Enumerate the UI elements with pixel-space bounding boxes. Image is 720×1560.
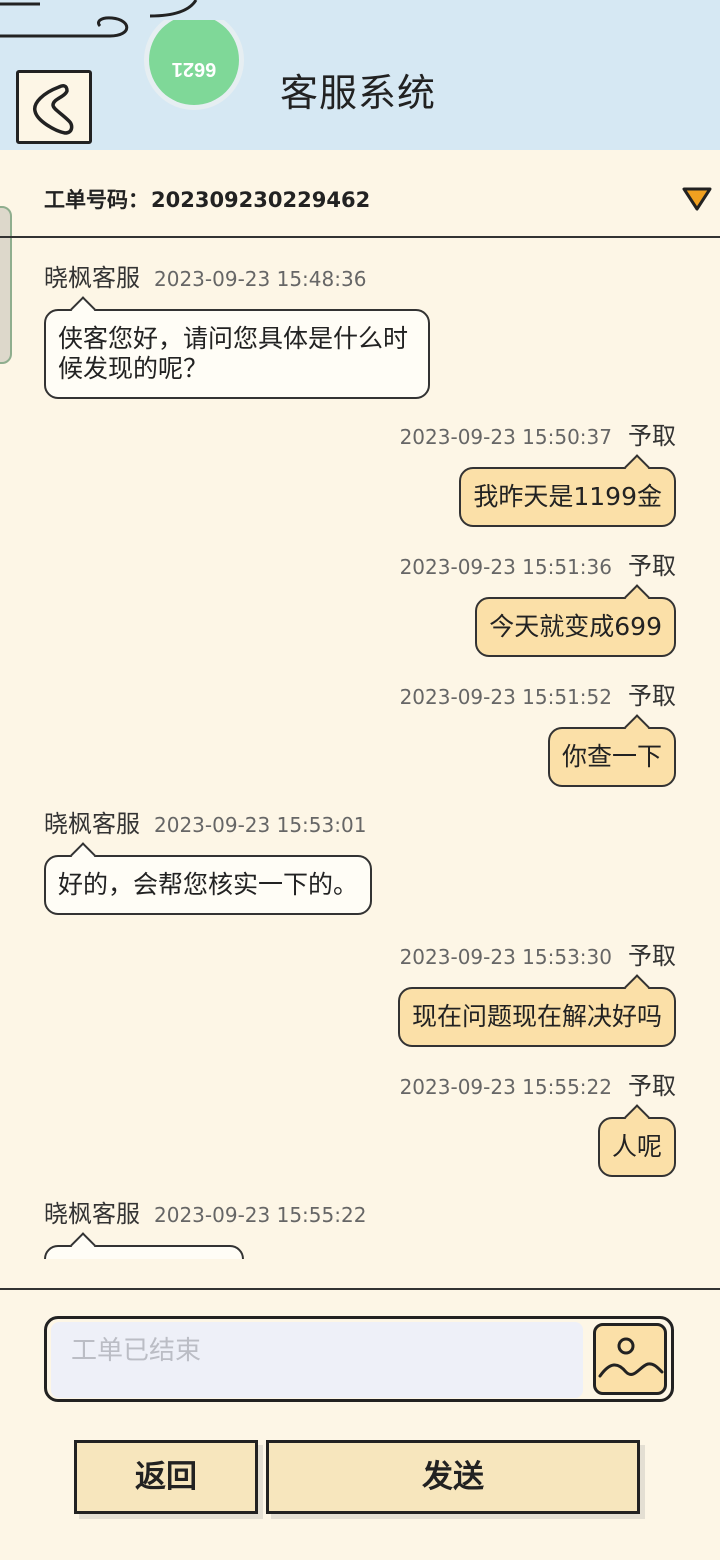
side-drawer-handle[interactable] (0, 206, 12, 364)
sender-name: 予取 (628, 552, 676, 580)
message-input[interactable] (51, 1322, 583, 1398)
message-input-container (51, 1322, 583, 1398)
message-item: 2023-09-23 15:51:36 予取 今天就变成699 (400, 546, 676, 657)
message-item: 晓枫客服 2023-09-23 15:55:22 (44, 1194, 366, 1259)
message-time: 2023-09-23 15:53:30 (399, 945, 612, 969)
sender-name: 晓枫客服 (44, 810, 140, 838)
message-time: 2023-09-23 15:53:01 (154, 813, 367, 837)
message-bubble: 我昨天是1199金 (459, 467, 676, 527)
chevron-left-icon (33, 84, 74, 135)
triangle-down-icon[interactable] (682, 186, 712, 212)
ticket-number: 202309230229462 (151, 188, 371, 212)
message-item: 2023-09-23 15:55:22 予取 人呢 (400, 1066, 676, 1177)
sender-name: 晓枫客服 (44, 1200, 140, 1228)
message-item: 2023-09-23 15:50:37 予取 我昨天是1199金 (400, 416, 676, 527)
message-bubble: 侠客您好，请问您具体是什么时候发现的呢？ (44, 309, 430, 399)
ticket-info-row: 工单号码：202309230229462 (0, 152, 720, 238)
message-bubble: 人呢 (597, 1117, 676, 1177)
message-item: 晓枫客服 2023-09-23 15:48:36 侠客您好，请问您具体是什么时候发… (44, 258, 430, 399)
sender-name: 晓枫客服 (44, 264, 140, 292)
agent-avatar: 6621 (144, 20, 244, 112)
message-bubble: 今天就变成699 (475, 597, 676, 657)
app-header: 6621 客服系统 (0, 0, 720, 150)
sender-name: 予取 (628, 942, 676, 970)
message-bubble: 现在问题现在解决好吗 (397, 987, 676, 1047)
image-icon (598, 1337, 664, 1378)
message-bubble (44, 1245, 244, 1259)
message-time: 2023-09-23 15:55:22 (154, 1203, 367, 1227)
message-time: 2023-09-23 15:48:36 (154, 267, 367, 291)
send-button[interactable]: 发送 (266, 1440, 640, 1514)
image-upload-button[interactable] (593, 1323, 667, 1395)
message-item: 晓枫客服 2023-09-23 15:53:01 好的，会帮您核实一下的。 (44, 804, 373, 915)
sender-name: 予取 (628, 422, 676, 450)
message-time: 2023-09-23 15:50:37 (399, 425, 612, 449)
message-bubble: 你查一下 (547, 727, 676, 787)
avatar-badge-text: 6621 (171, 58, 217, 80)
message-time: 2023-09-23 15:51:52 (399, 685, 612, 709)
sender-name: 予取 (628, 682, 676, 710)
message-composer (44, 1316, 674, 1402)
message-bubble: 好的，会帮您核实一下的。 (44, 855, 373, 915)
back-arrow-button[interactable] (16, 70, 92, 144)
message-item: 2023-09-23 15:53:30 予取 现在问题现在解决好吗 (397, 936, 676, 1047)
sender-name: 予取 (628, 1072, 676, 1100)
ticket-label-text: 工单号码： (44, 188, 149, 212)
message-time: 2023-09-23 15:51:36 (399, 555, 612, 579)
ticket-number-label: 工单号码：202309230229462 (44, 184, 370, 214)
divider (0, 1288, 720, 1290)
return-button[interactable]: 返回 (74, 1440, 258, 1514)
page-title: 客服系统 (280, 71, 437, 115)
message-item: 2023-09-23 15:51:52 予取 你查一下 (400, 676, 676, 787)
message-time: 2023-09-23 15:55:22 (399, 1075, 612, 1099)
divider (0, 236, 720, 238)
